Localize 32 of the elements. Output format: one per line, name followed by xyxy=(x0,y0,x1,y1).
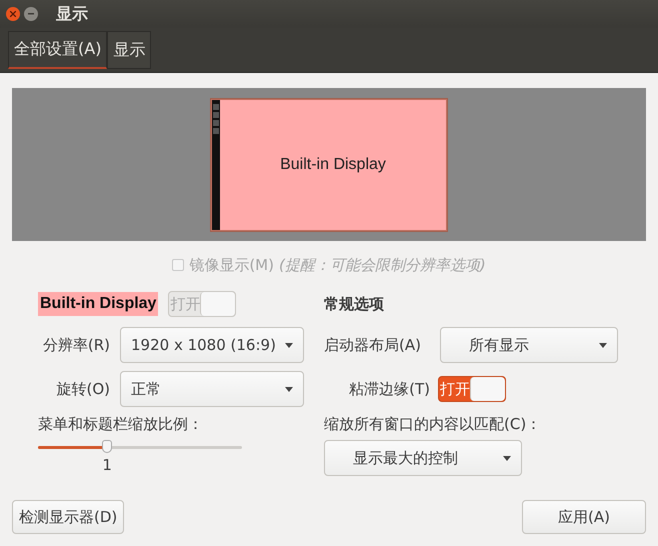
mirror-hint: (提醒：可能会限制分辨率选项) xyxy=(278,256,486,274)
scale-label: 菜单和标题栏缩放比例： xyxy=(38,415,204,434)
rotation-dropdown[interactable]: 正常 xyxy=(120,371,304,407)
apply-button[interactable]: 应用(A) xyxy=(522,500,646,534)
mirror-label: 镜像显示(M) xyxy=(189,256,274,274)
scale-slider[interactable] xyxy=(38,440,242,454)
caret-icon xyxy=(285,386,293,392)
breadcrumb-button[interactable]: 全部设置(A) xyxy=(8,31,108,69)
launcher-dropdown[interactable]: 所有显示 xyxy=(440,327,618,363)
caret-icon xyxy=(285,342,293,348)
fit-dropdown[interactable]: 显示最大的控制 xyxy=(324,440,522,476)
sticky-label: 粘滞边缘(T) xyxy=(348,380,430,398)
breadcrumb-button[interactable]: 显示 xyxy=(107,31,152,69)
caret-icon xyxy=(503,456,511,460)
launcher-label: 启动器布局(A) xyxy=(324,336,422,354)
scale-value: 1 xyxy=(102,456,112,474)
close-icon xyxy=(10,11,16,17)
rotation-label: 旋转(O) xyxy=(55,380,110,398)
resolution-label: 分辨率(R) xyxy=(42,336,110,354)
display-name: Built-in Display xyxy=(38,292,158,316)
minimize-icon xyxy=(28,13,34,15)
resolution-dropdown[interactable]: 1920 x 1080 (16:9) xyxy=(120,327,304,363)
minimize-button[interactable] xyxy=(24,7,38,21)
close-button[interactable] xyxy=(6,7,20,21)
window-title: 显示 xyxy=(56,4,88,24)
fit-label: 缩放所有窗口的内容以匹配(C)： xyxy=(324,415,542,434)
monitor-drawing[interactable]: Built-in Display xyxy=(211,98,447,230)
caret-icon xyxy=(599,342,607,348)
monitor-label: Built-in Display xyxy=(279,154,387,174)
section-title: 常规选项 xyxy=(324,294,384,314)
toggle-switch[interactable]: 打开 xyxy=(438,376,506,402)
detect-button[interactable]: 检测显示器(D) xyxy=(12,500,124,534)
